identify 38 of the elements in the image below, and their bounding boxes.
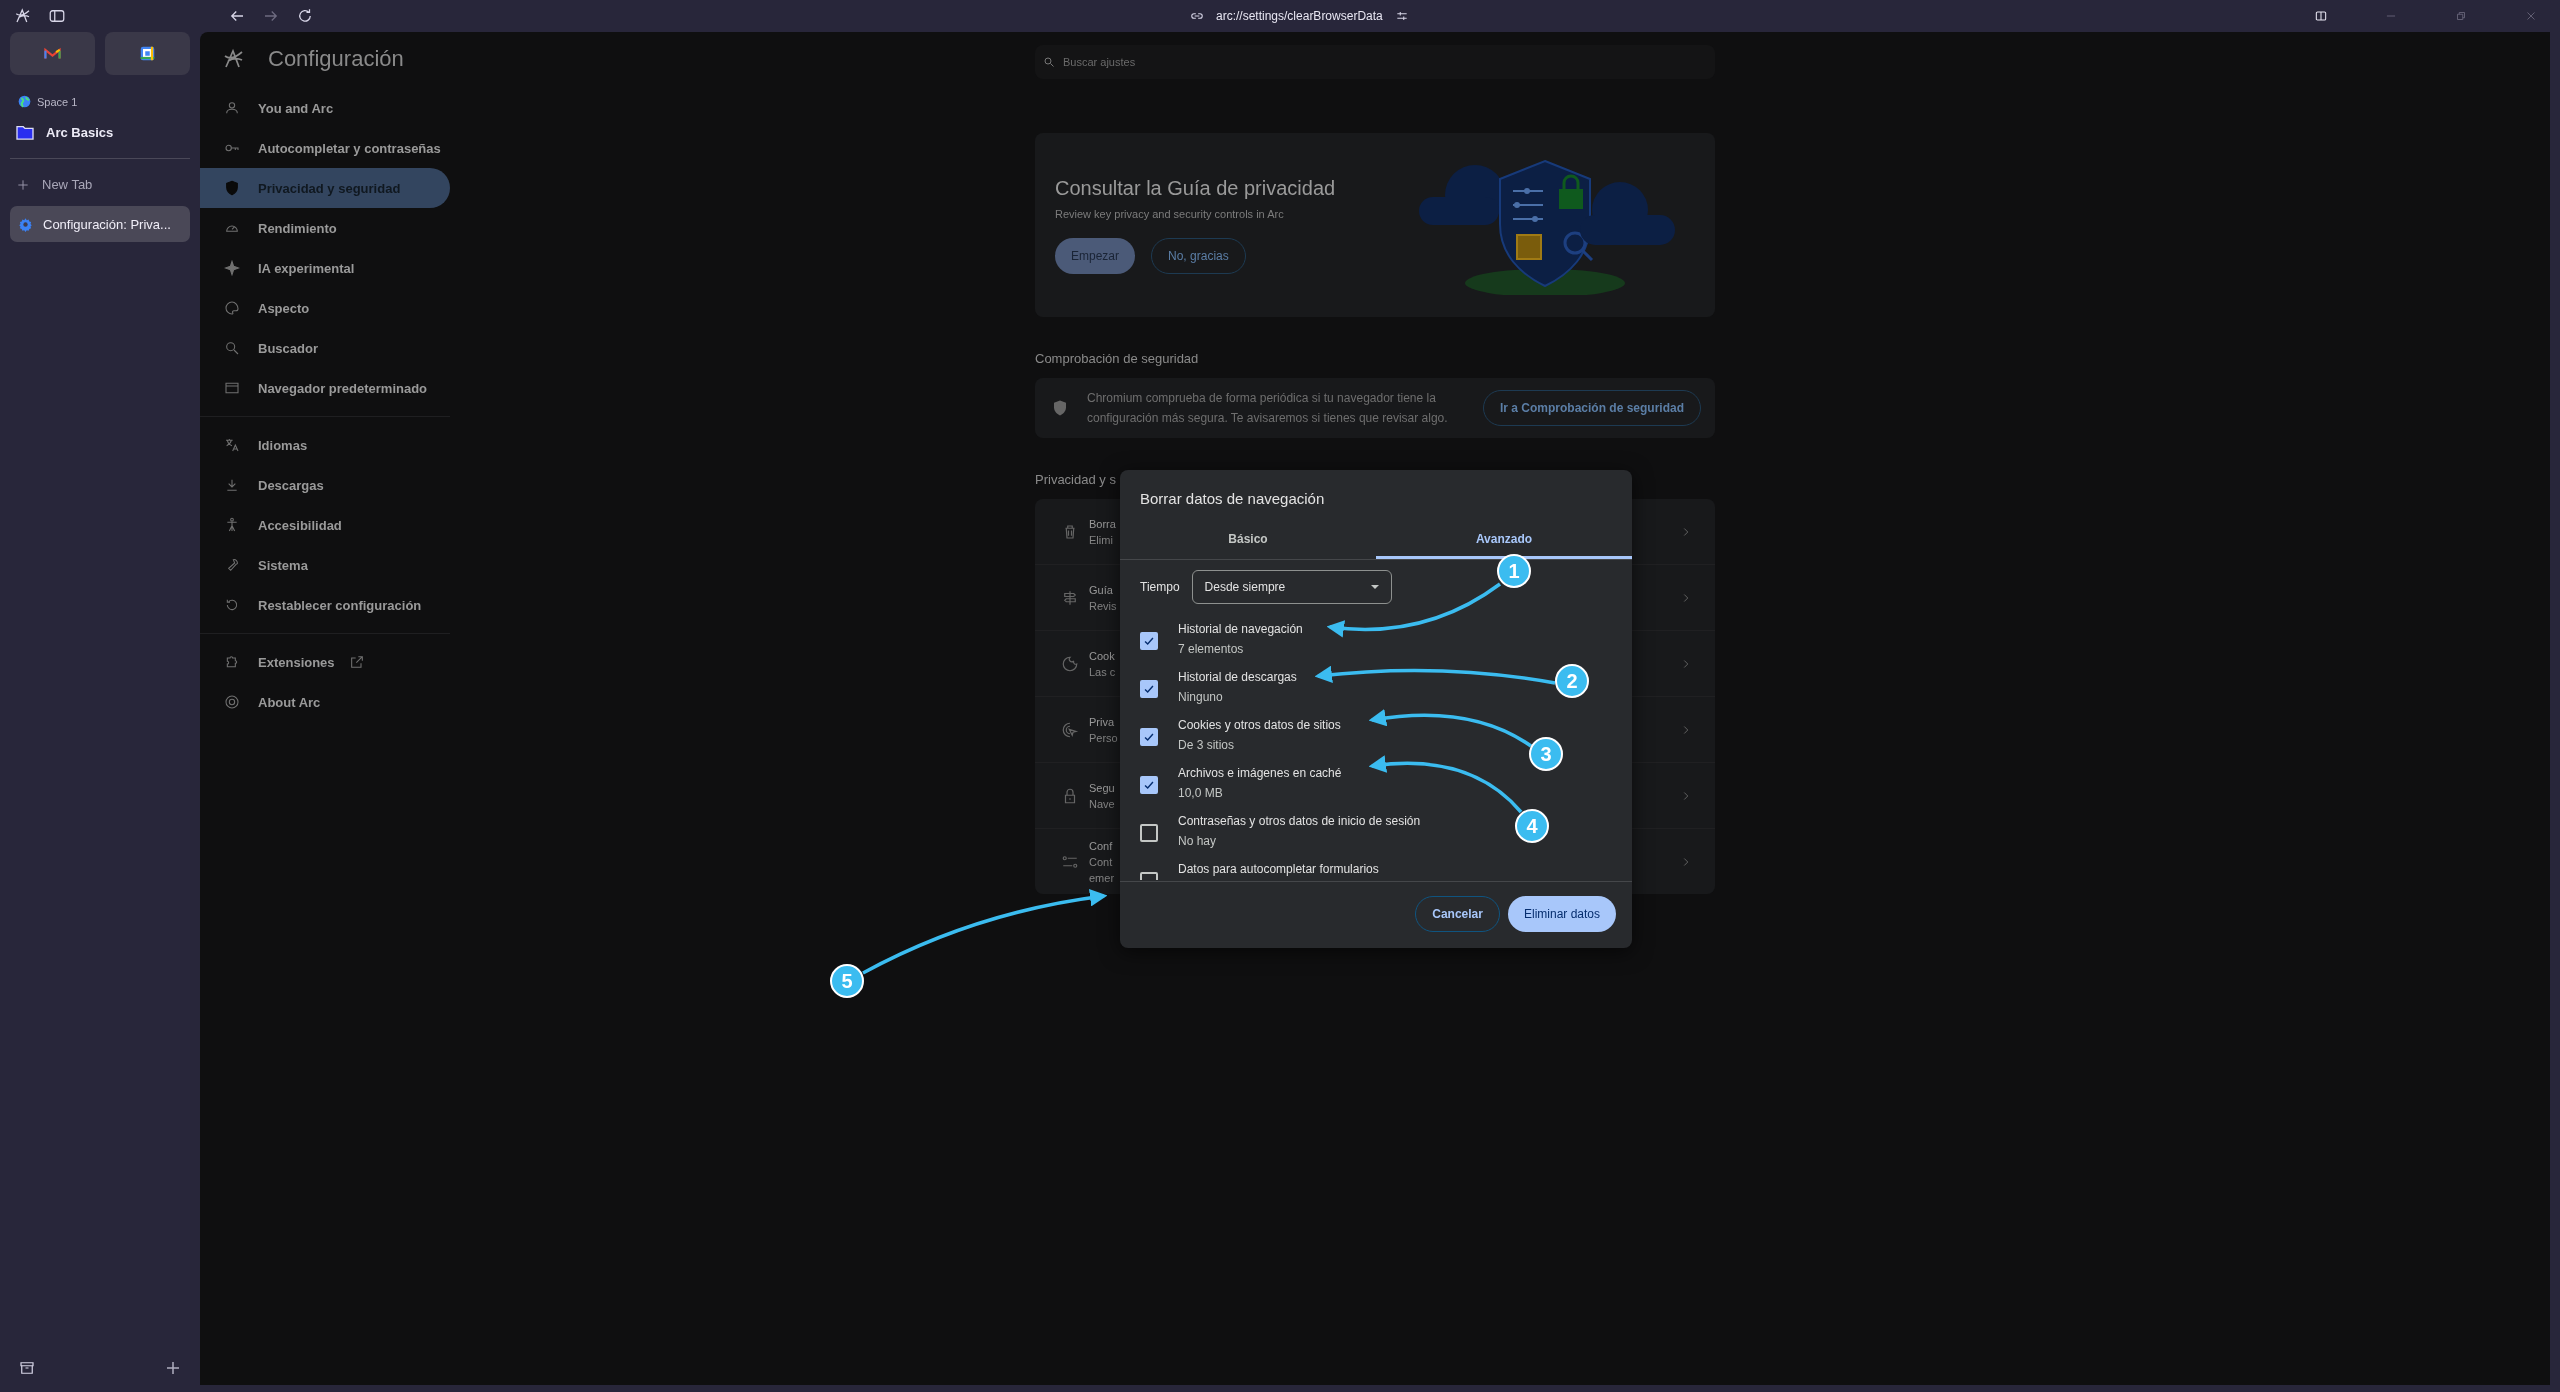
checkbox-label: Archivos e imágenes en caché: [1178, 766, 1342, 780]
time-label: Tiempo: [1140, 580, 1180, 594]
row-subtitle: Perso: [1089, 731, 1118, 744]
item-detail: 7 elementos: [1178, 642, 1245, 656]
item-detail: No hay: [1178, 834, 1218, 848]
checkbox-label: Historial de descargas: [1178, 670, 1297, 684]
row-subtitle: Cont: [1089, 855, 1113, 868]
item-detail: 10,0 MB: [1178, 786, 1224, 800]
step-badge: 1: [1497, 554, 1531, 588]
card-subtitle: Review key privacy and security controls in Arc: [1055, 207, 1285, 220]
checkbox-label: Cookies y otros datos de sitios: [1178, 718, 1341, 732]
row-title: Segu: [1089, 781, 1115, 794]
row-subtitle: Elimi: [1089, 533, 1113, 546]
row-title: Conf: [1089, 839, 1113, 852]
item-detail: Ninguno: [1178, 690, 1224, 704]
row-title: Cook: [1089, 649, 1115, 662]
step-badge: 3: [1529, 737, 1563, 771]
row-subtitle: Nave: [1089, 797, 1115, 810]
row-subtitle: Revis: [1089, 599, 1117, 612]
row-title: Guía: [1089, 583, 1113, 596]
space-name: Space 1: [37, 95, 78, 108]
item-detail: De 3 sitios: [1178, 738, 1236, 752]
section-heading: Comprobación de seguridad: [1035, 351, 1200, 366]
step-badge: 2: [1555, 664, 1589, 698]
step-badge: 5: [830, 964, 864, 998]
settings-title: Configuración: [268, 46, 404, 72]
safety-check-text: Chromium comprueba de forma periódica si tu navegador tiene la configuración más segura. Te avisaremos si tienes que revisar algo.: [1087, 390, 1449, 427]
row-subtitle: emer: [1089, 871, 1115, 884]
card-title: Consultar la Guía de privacidad: [1055, 176, 1336, 200]
checkbox-label: Contraseñas y otros datos de inicio de sesión: [1178, 814, 1421, 828]
dialog-title: Borrar datos de navegación: [1139, 489, 1326, 507]
row-title: Borra: [1089, 517, 1116, 530]
section-heading: Privacidad y s: [1035, 472, 1117, 487]
step-badge: 4: [1515, 809, 1549, 843]
row-title: Priva: [1089, 715, 1115, 728]
row-subtitle: Las c: [1089, 665, 1116, 678]
checkbox-label: Datos para autocompletar formularios: [1178, 862, 1379, 876]
checkbox-label: Historial de navegación: [1178, 622, 1303, 636]
